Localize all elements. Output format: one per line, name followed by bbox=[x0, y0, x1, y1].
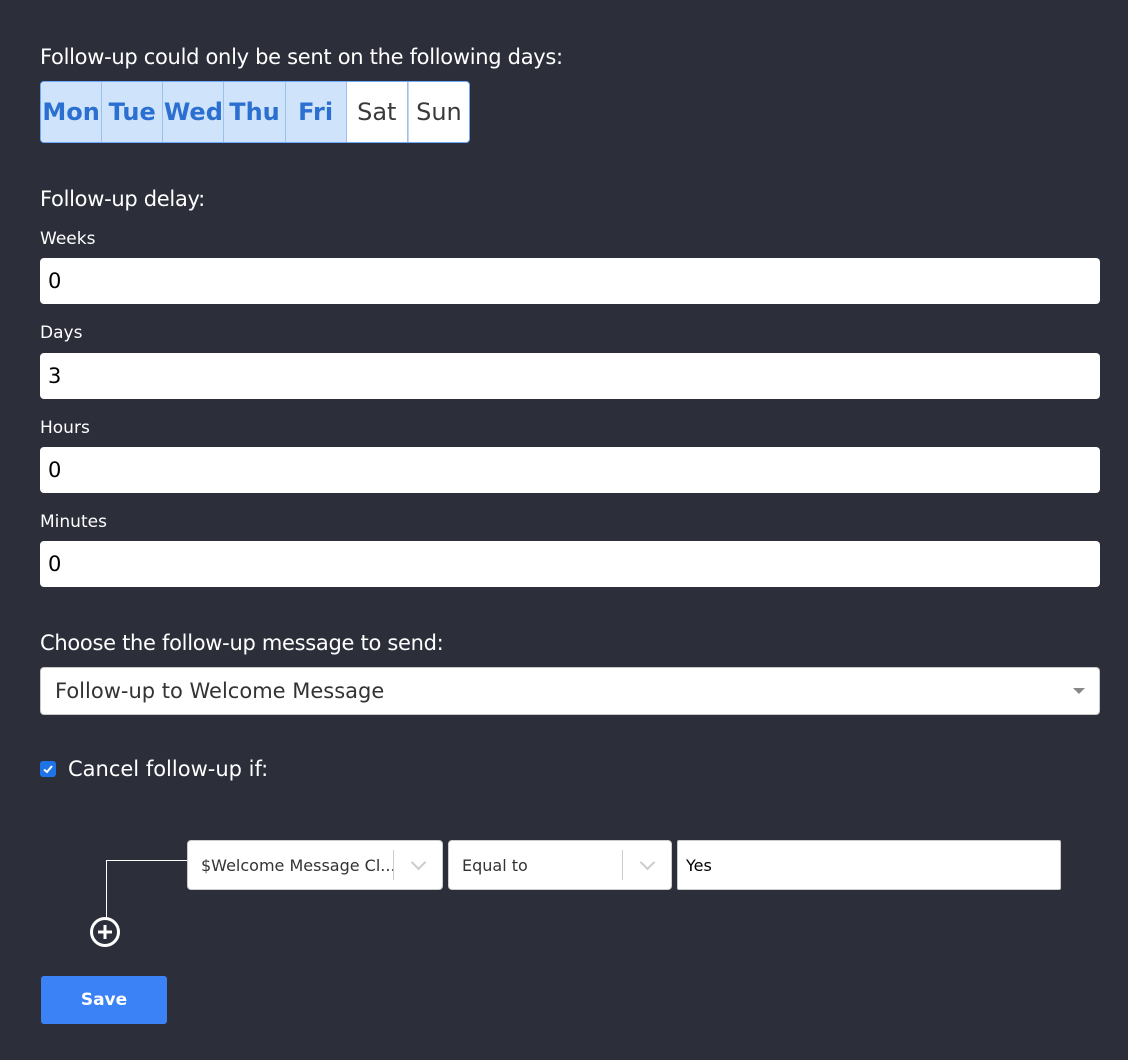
schedule-title: Follow-up could only be sent on the foll… bbox=[40, 45, 563, 69]
condition-field-value: $Welcome Message Cl... bbox=[201, 855, 393, 875]
condition-operator-value: Equal to bbox=[462, 855, 528, 875]
chevron-down-icon bbox=[623, 854, 671, 870]
hours-label: Hours bbox=[40, 418, 90, 438]
message-select[interactable]: Follow-up to Welcome Message bbox=[40, 667, 1100, 715]
weeks-input[interactable]: 0 bbox=[40, 258, 1100, 304]
condition-connector-horizontal bbox=[106, 860, 188, 861]
day-toggle-tue[interactable]: Tue bbox=[102, 82, 164, 142]
minutes-label: Minutes bbox=[40, 512, 107, 532]
hours-input[interactable]: 0 bbox=[40, 447, 1100, 493]
condition-field-select[interactable]: $Welcome Message Cl... bbox=[187, 840, 443, 890]
cancel-checkbox[interactable] bbox=[40, 761, 56, 777]
condition-value-input[interactable]: Yes bbox=[677, 840, 1061, 890]
weeks-label: Weeks bbox=[40, 229, 96, 249]
cancel-label: Cancel follow-up if: bbox=[68, 757, 269, 781]
day-toggle-wed[interactable]: Wed bbox=[163, 82, 225, 142]
minutes-input[interactable]: 0 bbox=[40, 541, 1100, 587]
message-select-value: Follow-up to Welcome Message bbox=[55, 679, 385, 703]
condition-operator-select[interactable]: Equal to bbox=[448, 840, 672, 890]
day-toggle-sat[interactable]: Sat bbox=[346, 82, 408, 142]
message-title: Choose the follow-up message to send: bbox=[40, 631, 444, 655]
day-selector: Mon Tue Wed Thu Fri Sat Sun bbox=[40, 81, 470, 143]
days-input[interactable]: 3 bbox=[40, 353, 1100, 399]
day-toggle-fri[interactable]: Fri bbox=[285, 82, 347, 142]
add-condition-plus-icon[interactable] bbox=[90, 917, 120, 947]
checkmark-icon bbox=[43, 765, 53, 774]
day-toggle-sun[interactable]: Sun bbox=[407, 82, 469, 142]
condition-connector-vertical bbox=[106, 860, 107, 918]
days-label: Days bbox=[40, 323, 83, 343]
chevron-down-icon bbox=[394, 854, 442, 870]
caret-down-icon bbox=[1073, 688, 1085, 694]
day-toggle-mon[interactable]: Mon bbox=[41, 82, 103, 142]
delay-title: Follow-up delay: bbox=[40, 187, 205, 211]
save-button[interactable]: Save bbox=[41, 976, 167, 1024]
day-toggle-thu[interactable]: Thu bbox=[224, 82, 286, 142]
